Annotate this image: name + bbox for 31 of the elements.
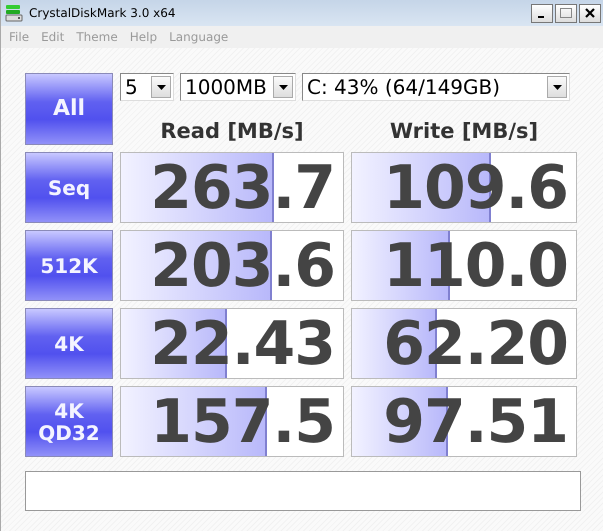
test-button[interactable]: 4K QD32 (25, 386, 113, 457)
minimize-icon (538, 16, 544, 18)
maximize-button[interactable] (555, 4, 577, 22)
disk-stack-icon (5, 4, 23, 22)
dropdown[interactable]: 5 (120, 73, 174, 101)
dropdown-value: C: 43% (64/149GB) (307, 75, 500, 99)
test-button[interactable]: 512K (25, 230, 113, 301)
all-button[interactable]: All (25, 73, 113, 145)
result-value: 203.6 (150, 236, 335, 296)
result-value: 157.5 (150, 392, 335, 452)
menu-item[interactable]: Edit (35, 30, 70, 44)
dropdown[interactable]: 1000MB (180, 73, 296, 101)
window-title: CrystalDiskMark 3.0 x64 (29, 6, 177, 20)
close-button[interactable] (579, 4, 601, 22)
column-header: Write [MB/s] (388, 119, 540, 145)
maximize-icon (559, 7, 573, 19)
test-button[interactable]: Seq (25, 152, 113, 223)
menu-item[interactable]: File (3, 30, 36, 44)
dropdown-value: 1000MB (185, 75, 267, 99)
comment-field[interactable] (25, 471, 581, 511)
dropdown-value: 5 (125, 75, 138, 99)
menu-item[interactable]: Theme (70, 30, 124, 44)
menu-item[interactable]: Help (124, 30, 164, 44)
menu-item[interactable]: Language (163, 30, 234, 44)
test-button[interactable]: 4K (25, 308, 113, 379)
dropdown[interactable]: C: 43% (64/149GB) (302, 73, 570, 101)
column-header: Read [MB/s] (159, 119, 305, 145)
minimize-button[interactable] (531, 4, 553, 22)
result-value: 263.7 (150, 158, 335, 218)
close-icon (584, 7, 596, 19)
result-value: 109.6 (383, 158, 568, 218)
